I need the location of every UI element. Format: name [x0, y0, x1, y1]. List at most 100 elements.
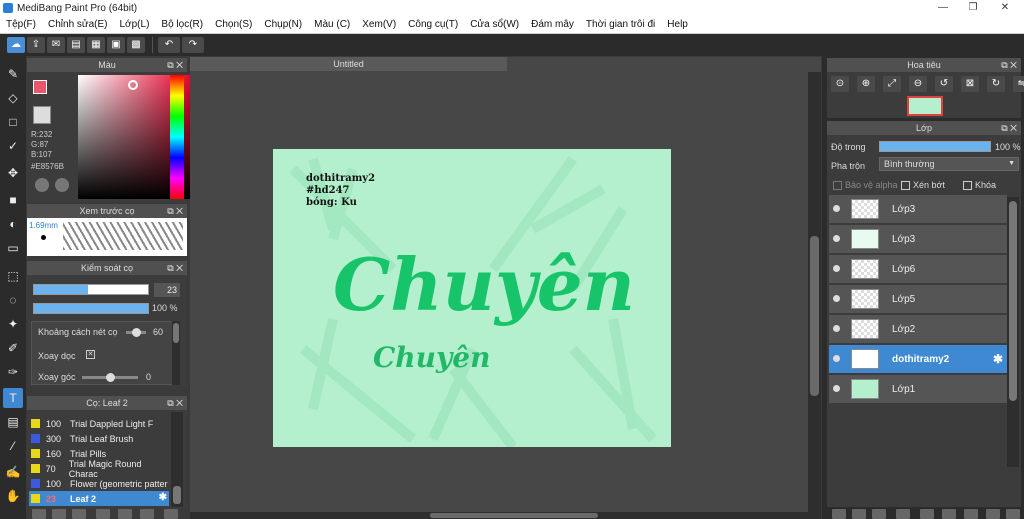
menu-color[interactable]: Màu (C) [308, 19, 356, 30]
flip-icon[interactable]: ⇋ [1013, 76, 1024, 92]
select-eraser-tool-icon[interactable]: ✑ [3, 362, 23, 382]
divide-tool-icon[interactable]: ✍ [3, 462, 23, 482]
panel-close-icon[interactable]: ⧉ ✕ [167, 261, 183, 275]
panel-close-icon[interactable]: ⧉ ✕ [1001, 58, 1017, 72]
brush-list-item-selected[interactable]: 23 Leaf 2 ✱ [29, 491, 169, 506]
eraser-tool-icon[interactable]: ◇ [3, 88, 23, 108]
menu-window[interactable]: Cửa sổ(W) [464, 19, 525, 30]
navigator-thumbnail[interactable] [907, 96, 943, 116]
zoom-in-icon[interactable]: ⊕ [857, 76, 875, 92]
layer-row[interactable]: Lớp5 [829, 285, 1007, 314]
eye-icon[interactable] [833, 265, 840, 272]
blend-mode-select[interactable]: Bình thường ▼ [879, 157, 1019, 171]
bucket-tool-icon[interactable]: ◐ [3, 214, 23, 234]
layer-row[interactable]: Lớp3 [829, 225, 1007, 254]
hue-slider[interactable] [170, 75, 184, 199]
menu-select[interactable]: Chọn(S) [209, 19, 258, 30]
brush-list-item[interactable]: 70 Trial Magic Round Charac [29, 459, 169, 479]
menu-tools[interactable]: Công cụ(T) [402, 19, 464, 30]
layer-row[interactable]: Lớp1 [829, 375, 1007, 404]
object-tool-icon[interactable]: □ [3, 112, 23, 132]
menu-help[interactable]: Help [661, 19, 694, 30]
eyedropper-tool-icon[interactable]: ⁄ [3, 436, 23, 456]
canvas-vertical-scrollbar[interactable] [808, 72, 821, 519]
move-down-icon[interactable] [964, 509, 978, 519]
eye-icon[interactable] [833, 205, 840, 212]
eye-icon[interactable] [833, 355, 840, 362]
select-pen-tool-icon[interactable]: ✐ [3, 338, 23, 358]
color-cursor[interactable] [128, 80, 138, 90]
eye-icon[interactable] [833, 235, 840, 242]
redo-icon[interactable]: ↷ [182, 37, 204, 53]
menu-layer[interactable]: Lớp(L) [114, 19, 156, 30]
copy-brush-icon[interactable] [96, 509, 110, 519]
menu-edit[interactable]: Chỉnh sửa(E) [42, 19, 114, 30]
menu-file[interactable]: Tệp(F) [0, 19, 42, 30]
transparent-color-swatch[interactable] [33, 106, 51, 124]
eye-icon[interactable] [833, 385, 840, 392]
layer-folder-icon[interactable] [920, 509, 934, 519]
fill-rect-tool-icon[interactable]: ■ [3, 190, 23, 210]
fit-icon[interactable]: ⤢ [883, 76, 901, 92]
frame-tool-icon[interactable]: ▤ [3, 412, 23, 432]
brush-list-item[interactable]: 100 Trial Dappled Light F [29, 416, 169, 431]
add-brush-icon[interactable] [32, 509, 46, 519]
grid-icon[interactable]: ▩ [127, 37, 145, 53]
size-value[interactable]: 23 [154, 283, 180, 297]
document-icon[interactable]: ▤ [67, 37, 85, 53]
reset-view-icon[interactable]: ⊠ [961, 76, 979, 92]
duplicate-icon[interactable] [140, 509, 154, 519]
color-picker-icon[interactable] [55, 178, 69, 192]
size-slider[interactable] [33, 284, 149, 295]
page-icon[interactable]: ▦ [87, 37, 105, 53]
layer-row[interactable]: Lớp3 [829, 195, 1007, 224]
panel-close-icon[interactable]: ⧉ ✕ [167, 396, 183, 410]
cloud-icon[interactable]: ☁ [7, 37, 25, 53]
opacity-slider[interactable] [33, 303, 149, 314]
brush-list-scrollbar[interactable] [171, 412, 183, 507]
share-icon[interactable]: ⇪ [27, 37, 45, 53]
angle-slider[interactable] [82, 373, 138, 382]
delete-layer-icon[interactable] [1006, 509, 1020, 519]
protect-alpha-option[interactable]: Bảo vệ alpha [833, 180, 898, 191]
brush-list-item[interactable]: 300 Trial Leaf Brush [29, 431, 169, 446]
menu-snap[interactable]: Chụp(N) [258, 19, 308, 30]
new-layer-icon[interactable] [852, 509, 866, 519]
layer-menu-icon[interactable] [896, 509, 910, 519]
brush-tool-icon[interactable]: ✎ [3, 64, 23, 84]
layer-opacity-slider[interactable] [879, 141, 991, 152]
zoom-icon[interactable]: ⊙ [831, 76, 849, 92]
brush-control-scrollbar[interactable] [172, 321, 180, 385]
undo-icon[interactable]: ↶ [158, 37, 180, 53]
move-up-icon[interactable] [942, 509, 956, 519]
comment-icon[interactable]: ✉ [47, 37, 65, 53]
dot-tool-icon[interactable]: ✓ [3, 136, 23, 156]
delete-brush-icon[interactable] [164, 509, 178, 519]
move-tool-icon[interactable]: ✥ [3, 163, 23, 183]
layer-list-scrollbar[interactable] [1007, 197, 1019, 467]
layer-row[interactable]: Lớp6 [829, 255, 1007, 284]
add-layer-icon[interactable] [832, 509, 846, 519]
spacing-slider[interactable] [126, 328, 146, 337]
zoom-out-icon[interactable]: ⊖ [909, 76, 927, 92]
eye-icon[interactable] [833, 295, 840, 302]
gear-icon[interactable]: ✱ [159, 492, 167, 503]
menu-filter[interactable]: Bộ lọc(R) [155, 19, 209, 30]
layer-type-icon[interactable] [872, 509, 886, 519]
layer-row[interactable]: Lớp2 [829, 315, 1007, 344]
select-tool-icon[interactable]: ⬚ [3, 266, 23, 286]
panel-close-icon[interactable]: ⧉ ✕ [1001, 121, 1017, 135]
gradient-tool-icon[interactable]: ▭ [3, 238, 23, 258]
primary-color-swatch[interactable] [33, 80, 47, 94]
menu-view[interactable]: Xem(V) [356, 19, 402, 30]
new-brush-icon[interactable] [52, 509, 66, 519]
menu-timelapse[interactable]: Thời gian trôi đi [580, 19, 661, 30]
brush-menu-icon[interactable] [72, 509, 86, 519]
panel-icon[interactable]: ▣ [107, 37, 125, 53]
gear-icon[interactable]: ✱ [993, 352, 1003, 366]
palette-icon[interactable] [35, 178, 49, 192]
lasso-tool-icon[interactable]: ◌ [3, 290, 23, 310]
panel-close-icon[interactable]: ⧉ ✕ [167, 58, 183, 72]
rotate-right-icon[interactable]: ↻ [987, 76, 1005, 92]
text-tool-icon[interactable]: T [3, 388, 23, 408]
